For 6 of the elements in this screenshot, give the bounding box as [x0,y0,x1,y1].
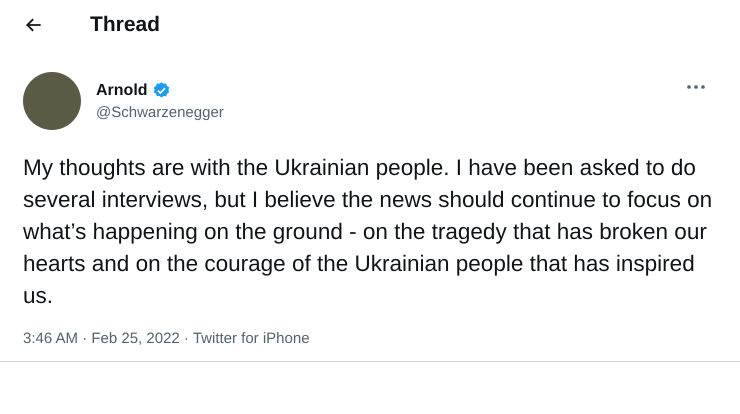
tweet-text: My thoughts are with the Ukrainian people. I have been asked to do several interviews, but I believe the news should continue to focus on what’s happening on the ground - on the tragedy that has broken our hearts and on the courage of the Ukrainian people that has inspired us. [23,154,714,310]
author-handle[interactable]: @Schwarzenegger [96,104,686,121]
more-icon[interactable] [686,84,706,90]
tweet-timestamp[interactable]: 3:46 AM · Feb 25, 2022 · Twitter for iPhone [23,330,740,347]
page-title: Thread [90,13,160,37]
author-name[interactable]: Arnold [96,82,148,100]
